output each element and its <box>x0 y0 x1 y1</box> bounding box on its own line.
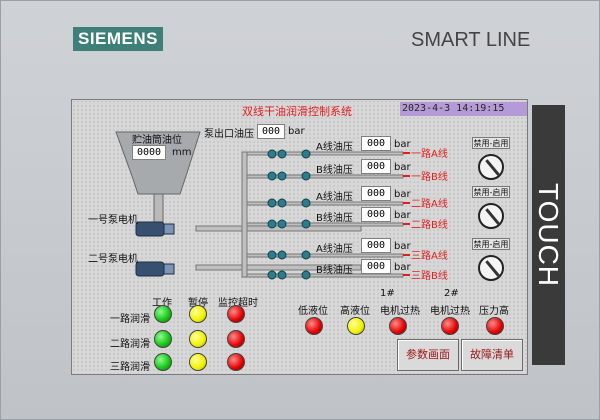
hmi-device: SIEMENS SMART LINE 双线干油润滑控制系统 2023-4-3 1… <box>0 0 600 420</box>
line-2b-value[interactable]: 000 <box>361 207 391 222</box>
line-2a-value[interactable]: 000 <box>361 186 391 201</box>
line-1b-route: 一路B线 <box>411 172 448 183</box>
line-1b-unit: bar <box>394 162 411 173</box>
pump-motor-1 <box>135 221 175 237</box>
lube-route-2-label: 二路润滑 <box>110 339 150 350</box>
tank-level-label: 贮油筒油位 <box>132 135 182 146</box>
route-1-work-lamp <box>154 305 172 323</box>
pump-motor-2 <box>135 261 175 277</box>
line-3a-route: 三路A线 <box>411 251 448 262</box>
alarm-high-level-lamp <box>347 317 365 335</box>
hmi-screen: 双线干油润滑控制系统 2023-4-3 14:19:15 贮油筒油位 0000 … <box>71 99 528 375</box>
parameters-button[interactable]: 参数画面 <box>397 339 459 371</box>
line-2a-label: A线油压 <box>316 192 353 203</box>
line-3a-label: A线油压 <box>316 244 353 255</box>
enable-knob-3[interactable] <box>478 255 504 281</box>
line-3b-route: 三路B线 <box>411 271 448 282</box>
alarm-motor-1-overheat-lamp <box>389 317 407 335</box>
enable-knob-1[interactable] <box>478 154 504 180</box>
line-1b-label: B线油压 <box>316 165 353 176</box>
line-1a-route: 一路A线 <box>411 149 448 160</box>
touch-label: TOUCH <box>533 182 564 288</box>
line-1a-unit: bar <box>394 139 411 150</box>
tank-level-unit: mm <box>172 147 192 158</box>
product-line-label: SMART LINE <box>411 29 531 51</box>
line-1a-value[interactable]: 000 <box>361 136 391 151</box>
line-1a-label: A线油压 <box>316 142 353 153</box>
pressure-gauges <box>267 149 311 280</box>
pump-outlet-label: 泵出口油压 <box>204 129 254 140</box>
enable-switch-label-1: 禁用-启用 <box>472 137 510 149</box>
route-3-timeout-lamp <box>227 353 245 371</box>
alarm-motor-2-overheat-lamp <box>441 317 459 335</box>
alarm-motor-2-overheat-label: 电机过热 <box>430 306 470 317</box>
line-3a-unit: bar <box>394 241 411 252</box>
route-2-pause-lamp <box>189 330 207 348</box>
lube-route-3-label: 三路润滑 <box>110 362 150 373</box>
touch-label-panel: TOUCH <box>532 105 565 365</box>
line-3b-unit: bar <box>394 262 411 273</box>
pump-outlet-value[interactable]: 000 <box>257 124 285 139</box>
alarm-high-pressure-lamp <box>486 317 504 335</box>
line-2b-unit: bar <box>394 210 411 221</box>
fault-list-button[interactable]: 故障清单 <box>461 339 523 371</box>
route-3-pause-lamp <box>189 353 207 371</box>
line-2b-route: 二路B线 <box>411 220 448 231</box>
motor-2-number: 2# <box>444 288 459 299</box>
route-3-work-lamp <box>154 353 172 371</box>
siemens-logo: SIEMENS <box>73 27 163 51</box>
pump-outlet-unit: bar <box>288 126 305 137</box>
enable-switch-label-2: 禁用-启用 <box>472 186 510 198</box>
pump-motor-1-label: 一号泵电机 <box>88 215 138 226</box>
line-2a-unit: bar <box>394 189 411 200</box>
pump-motor-2-label: 二号泵电机 <box>88 254 138 265</box>
line-3a-value[interactable]: 000 <box>361 238 391 253</box>
tank-outlet-pipe <box>153 193 164 223</box>
line-3b-label: B线油压 <box>316 265 353 276</box>
line-1b-value[interactable]: 000 <box>361 159 391 174</box>
motor-1-number: 1# <box>380 288 395 299</box>
line-2b-label: B线油压 <box>316 213 353 224</box>
main-riser-pipe <box>241 151 248 278</box>
line-2a-route: 二路A线 <box>411 199 448 210</box>
enable-switch-label-3: 禁用-启用 <box>472 238 510 250</box>
enable-knob-2[interactable] <box>478 203 504 229</box>
alarm-high-level-label: 高液位 <box>340 306 370 317</box>
route-1-timeout-lamp <box>227 305 245 323</box>
tank-level-value[interactable]: 0000 <box>132 145 166 160</box>
alarm-low-level-label: 低液位 <box>298 306 328 317</box>
alarm-high-pressure-label: 压力高 <box>479 306 509 317</box>
alarm-motor-1-overheat-label: 电机过热 <box>380 306 420 317</box>
route-1-pause-lamp <box>189 305 207 323</box>
alarm-low-level-lamp <box>305 317 323 335</box>
route-2-work-lamp <box>154 330 172 348</box>
line-3b-value[interactable]: 000 <box>361 259 391 274</box>
lube-route-1-label: 一路润滑 <box>110 314 150 325</box>
route-2-timeout-lamp <box>227 330 245 348</box>
